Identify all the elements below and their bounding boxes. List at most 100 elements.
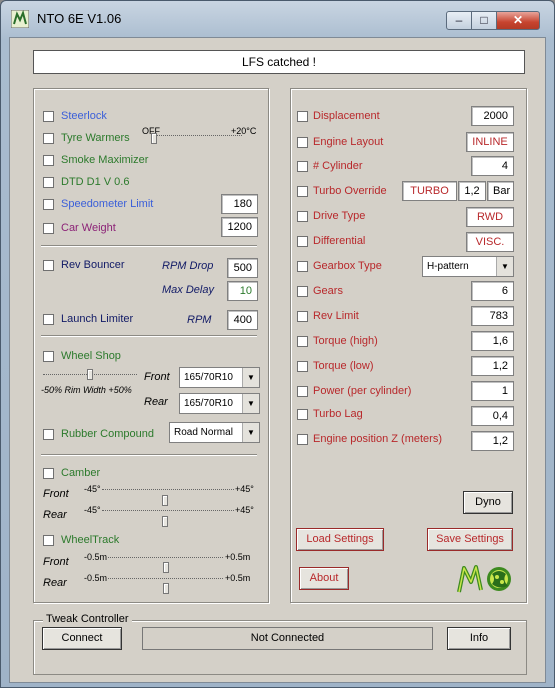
differential-input[interactable]: VISC. — [466, 232, 514, 252]
speedometer-limit-input[interactable]: 180 — [221, 194, 258, 214]
tyre-warmers-slider[interactable] — [156, 135, 242, 136]
wheeltrack-front-thumb[interactable] — [163, 562, 169, 573]
torque-high-input[interactable]: 1,6 — [471, 331, 514, 351]
wheeltrack-front-slider[interactable] — [108, 557, 223, 558]
gearbox-type-value: H-pattern — [427, 261, 469, 272]
rpm-label: RPM — [187, 314, 212, 326]
rubber-compound-checkbox[interactable] — [43, 429, 54, 440]
turbo-lag-checkbox[interactable] — [297, 409, 308, 420]
load-settings-button[interactable]: Load Settings — [296, 528, 384, 551]
wheel-shop-checkbox[interactable] — [43, 351, 54, 362]
info-button[interactable]: Info — [447, 627, 511, 650]
tyre-warmers-thumb[interactable] — [151, 133, 157, 144]
turbo-override-checkbox[interactable] — [297, 186, 308, 197]
rev-limit-checkbox[interactable] — [297, 311, 308, 322]
camber-front-max: +45° — [235, 484, 254, 494]
window-title: NTO 6E V1.06 — [37, 11, 122, 26]
dropdown-arrow-icon[interactable]: ▼ — [242, 394, 259, 413]
car-weight-input[interactable]: 1200 — [221, 217, 258, 237]
app-window: NTO 6E V1.06 – □ ✕ LFS catched ! Steerlo… — [0, 0, 555, 688]
power-per-cylinder-checkbox[interactable] — [297, 386, 308, 397]
title-bar[interactable]: NTO 6E V1.06 – □ ✕ — [1, 1, 554, 37]
wheeltrack-rear-thumb[interactable] — [163, 583, 169, 594]
gearbox-type-select[interactable]: H-pattern ▼ — [422, 256, 514, 277]
car-weight-checkbox[interactable] — [43, 223, 54, 234]
dyno-button[interactable]: Dyno — [463, 491, 513, 514]
displacement-label: Displacement — [313, 110, 380, 122]
drive-type-checkbox[interactable] — [297, 211, 308, 222]
rev-limit-label: Rev Limit — [313, 310, 359, 322]
cylinder-input[interactable]: 4 — [471, 156, 514, 176]
power-per-cylinder-label: Power (per cylinder) — [313, 385, 412, 397]
rev-bouncer-checkbox[interactable] — [43, 260, 54, 271]
dtd-label: DTD D1 V 0.6 — [61, 176, 130, 188]
engine-position-z-checkbox[interactable] — [297, 434, 308, 445]
rpm-drop-label: RPM Drop — [162, 260, 214, 272]
rubber-compound-label: Rubber Compound — [61, 428, 154, 440]
dtd-checkbox[interactable] — [43, 177, 54, 188]
turbo-boost-input[interactable]: 1,2 — [458, 181, 486, 201]
connect-button[interactable]: Connect — [42, 627, 122, 650]
engine-position-z-input[interactable]: 1,2 — [471, 431, 514, 451]
dropdown-arrow-icon[interactable]: ▼ — [242, 423, 259, 442]
displacement-input[interactable]: 2000 — [471, 106, 514, 126]
wheeltrack-checkbox[interactable] — [43, 535, 54, 546]
torque-low-label: Torque (low) — [313, 360, 374, 372]
displacement-checkbox[interactable] — [297, 111, 308, 122]
engine-layout-input[interactable]: INLINE — [466, 132, 514, 152]
divider — [41, 335, 257, 337]
status-display: LFS catched ! — [33, 50, 525, 74]
wheeltrack-rear-min: -0.5m — [84, 573, 108, 583]
turbo-override-label: Turbo Override — [313, 185, 387, 197]
wheeltrack-rear-slider[interactable] — [108, 578, 223, 579]
about-button[interactable]: About — [299, 567, 349, 590]
save-settings-button[interactable]: Save Settings — [427, 528, 513, 551]
torque-low-input[interactable]: 1,2 — [471, 356, 514, 376]
camber-rear-thumb[interactable] — [162, 516, 168, 527]
tyre-warmers-checkbox[interactable] — [43, 133, 54, 144]
launch-rpm-input[interactable]: 400 — [227, 310, 258, 330]
camber-front-slider[interactable] — [102, 489, 234, 490]
rim-width-thumb[interactable] — [87, 369, 93, 380]
dropdown-arrow-icon[interactable]: ▼ — [496, 257, 513, 276]
divider — [41, 245, 257, 247]
cylinder-checkbox[interactable] — [297, 161, 308, 172]
power-per-cylinder-input[interactable]: 1 — [471, 381, 514, 401]
torque-low-checkbox[interactable] — [297, 361, 308, 372]
rubber-compound-select[interactable]: Road Normal ▼ — [169, 422, 260, 443]
app-logo-icon — [11, 10, 29, 28]
drive-type-input[interactable]: RWD — [466, 207, 514, 227]
torque-high-checkbox[interactable] — [297, 336, 308, 347]
max-delay-input[interactable]: 10 — [227, 281, 258, 301]
gears-checkbox[interactable] — [297, 286, 308, 297]
rpm-drop-input[interactable]: 500 — [227, 258, 258, 278]
engine-layout-checkbox[interactable] — [297, 137, 308, 148]
gearbox-type-label: Gearbox Type — [313, 260, 382, 272]
rev-limit-input[interactable]: 783 — [471, 306, 514, 326]
wheeltrack-front-max: +0.5m — [225, 552, 251, 562]
launch-limiter-label: Launch Limiter — [61, 313, 134, 325]
rear-tyre-select[interactable]: 165/70R10 ▼ — [179, 393, 260, 414]
speedometer-limit-checkbox[interactable] — [43, 199, 54, 210]
launch-limiter-checkbox[interactable] — [43, 314, 54, 325]
steerlock-checkbox[interactable] — [43, 111, 54, 122]
camber-front-thumb[interactable] — [162, 495, 168, 506]
turbo-lag-input[interactable]: 0,4 — [471, 406, 514, 426]
camber-rear-slider[interactable] — [102, 510, 234, 511]
tweak-controller-title: Tweak Controller — [43, 613, 132, 625]
camber-front-label: Front — [43, 488, 69, 500]
turbo-type-input[interactable]: TURBO — [402, 181, 457, 201]
close-icon[interactable]: ✕ — [496, 11, 540, 30]
rim-width-label: -50% Rim Width +50% — [41, 385, 132, 395]
front-tyre-select[interactable]: 165/70R10 ▼ — [179, 367, 260, 388]
wheeltrack-rear-label: Rear — [43, 577, 67, 589]
differential-checkbox[interactable] — [297, 236, 308, 247]
maximize-icon[interactable]: □ — [471, 11, 497, 30]
smoke-maximizer-label: Smoke Maximizer — [61, 154, 149, 166]
gears-input[interactable]: 6 — [471, 281, 514, 301]
gearbox-type-checkbox[interactable] — [297, 261, 308, 272]
smoke-maximizer-checkbox[interactable] — [43, 155, 54, 166]
dropdown-arrow-icon[interactable]: ▼ — [242, 368, 259, 387]
camber-checkbox[interactable] — [43, 468, 54, 479]
minimize-icon[interactable]: – — [446, 11, 472, 30]
